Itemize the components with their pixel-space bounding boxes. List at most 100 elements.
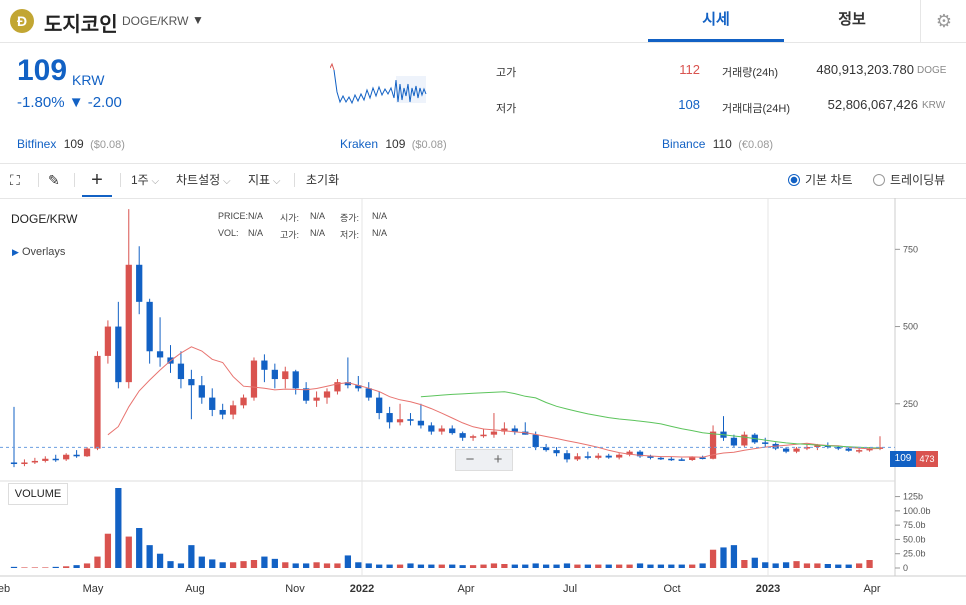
candle-body	[741, 434, 748, 446]
tab-info[interactable]: 정보	[784, 0, 920, 42]
candle-body	[532, 434, 539, 448]
reset-button[interactable]: 초기화	[306, 163, 339, 197]
candle-body	[83, 448, 91, 457]
dogecoin-icon: Ð	[10, 9, 34, 33]
crosshair-icon[interactable]: +	[82, 163, 112, 197]
indicators-dropdown[interactable]: 지표 ⌵	[248, 163, 280, 197]
volume-bar	[824, 564, 831, 568]
candle-body	[417, 420, 425, 426]
price-tick-label: 250	[903, 399, 918, 409]
volume-bar	[355, 562, 362, 568]
candle-body	[490, 431, 498, 435]
chart-settings-dropdown[interactable]: 차트설정 ⌵	[176, 163, 231, 197]
volume-tick-label: 0	[903, 563, 908, 573]
candle-body	[198, 385, 205, 398]
zoom-control: − +	[455, 449, 513, 471]
exchange-kraken[interactable]: Kraken 109 ($0.08)	[340, 131, 447, 157]
price-chart[interactable]: 750 500 250 125b 100.0b 75.0b 50.0b 25.0b 0 eb May…	[0, 198, 966, 605]
gear-icon[interactable]: ⚙	[920, 0, 966, 42]
chevron-down-icon[interactable]: ▼	[192, 13, 204, 27]
ohlc-open-label: 시가:	[280, 213, 300, 223]
time-tick-label: 2023	[756, 583, 780, 595]
volume-tick-label: 50.0b	[903, 534, 926, 544]
amount-24h-value: 52,806,067,426	[827, 97, 918, 112]
volume-bar	[657, 564, 665, 568]
volume-bar	[240, 561, 247, 568]
time-tick-label: 2022	[350, 583, 374, 595]
candle-body	[386, 413, 393, 423]
volume-bar	[595, 564, 602, 568]
volume-bar	[21, 567, 28, 568]
volume-bar	[511, 564, 518, 568]
ohlc-open: N/A	[310, 211, 326, 221]
candle-body	[209, 397, 216, 410]
exchange-price: 109	[385, 137, 406, 151]
time-tick-label: Apr	[457, 583, 474, 595]
ohlc-vol: N/A	[248, 228, 264, 238]
coin-pair: DOGE/KRW	[122, 14, 189, 28]
volume-bar	[480, 564, 487, 568]
candle-body	[261, 360, 268, 370]
volume-bar	[292, 563, 299, 568]
triangle-right-icon: ▶	[12, 247, 19, 257]
volume-bar	[636, 563, 644, 568]
candle-body	[125, 264, 132, 383]
candle-body	[595, 455, 602, 458]
zoom-out-button[interactable]: −	[456, 450, 484, 470]
volume-bar	[490, 563, 498, 568]
volume-bar	[313, 562, 320, 568]
interval-dropdown[interactable]: 1주 ⌵	[131, 163, 159, 197]
volume-bar	[814, 563, 821, 568]
candle-body	[21, 462, 28, 465]
candle-body	[240, 397, 247, 406]
volume-bar	[689, 564, 696, 568]
candle-body	[376, 397, 383, 414]
current-price-tag: 109	[890, 451, 916, 467]
tradingview-radio[interactable]: 트레이딩뷰	[873, 163, 945, 197]
volume-bar	[553, 564, 560, 568]
candle-body	[104, 326, 112, 356]
volume-bar	[428, 564, 435, 568]
volume-bar	[115, 488, 122, 568]
volume-bar	[782, 562, 790, 568]
low-value: 108	[678, 97, 700, 112]
candle-body	[229, 405, 237, 415]
candle-body	[469, 436, 477, 438]
fullscreen-icon[interactable]: ⛶	[10, 163, 20, 197]
candle-body	[31, 460, 38, 463]
zoom-in-button[interactable]: +	[484, 450, 512, 470]
volume-bar	[407, 563, 414, 568]
volume-bar	[522, 564, 529, 568]
candle-body	[553, 450, 560, 454]
chevron-down-icon: ⌵	[148, 176, 160, 187]
volume-24h-label: 거래량(24h)	[722, 67, 779, 79]
ohlc-change: N/A	[372, 211, 388, 221]
volume-bar	[417, 564, 425, 568]
candle-body	[146, 301, 153, 352]
volume-bar	[156, 553, 164, 568]
exchange-binance[interactable]: Binance 110 (€0.08)	[662, 131, 773, 157]
basic-chart-radio[interactable]: 기본 차트	[788, 163, 853, 197]
price-tick-label: 750	[903, 244, 918, 254]
volume-bar	[678, 564, 685, 568]
overlays-toggle[interactable]: ▶ Overlays	[12, 246, 65, 258]
candle-body	[10, 462, 18, 465]
exchange-bitfinex[interactable]: Bitfinex 109 ($0.08)	[17, 131, 125, 157]
candle-body	[793, 448, 800, 452]
tab-price[interactable]: 시세	[648, 0, 784, 42]
moving-average-long	[420, 391, 881, 449]
current-price: 109	[17, 54, 68, 87]
volume-bar	[396, 564, 404, 568]
volume-bar	[261, 556, 268, 568]
price-change: -1.80% ▼ -2.00	[17, 94, 122, 111]
exchange-name: Binance	[662, 137, 706, 151]
exchange-eur: (€0.08)	[738, 139, 774, 151]
volume-bar	[282, 562, 289, 568]
overlays-label: Overlays	[21, 246, 66, 258]
candle-body	[156, 351, 164, 358]
price-tick-label: 500	[903, 322, 918, 332]
pencil-icon[interactable]: ✎	[48, 163, 60, 197]
indicators-label: 지표	[248, 173, 271, 187]
ohlc-vol-label: VOL:	[218, 228, 239, 238]
volume-bar	[469, 565, 477, 568]
